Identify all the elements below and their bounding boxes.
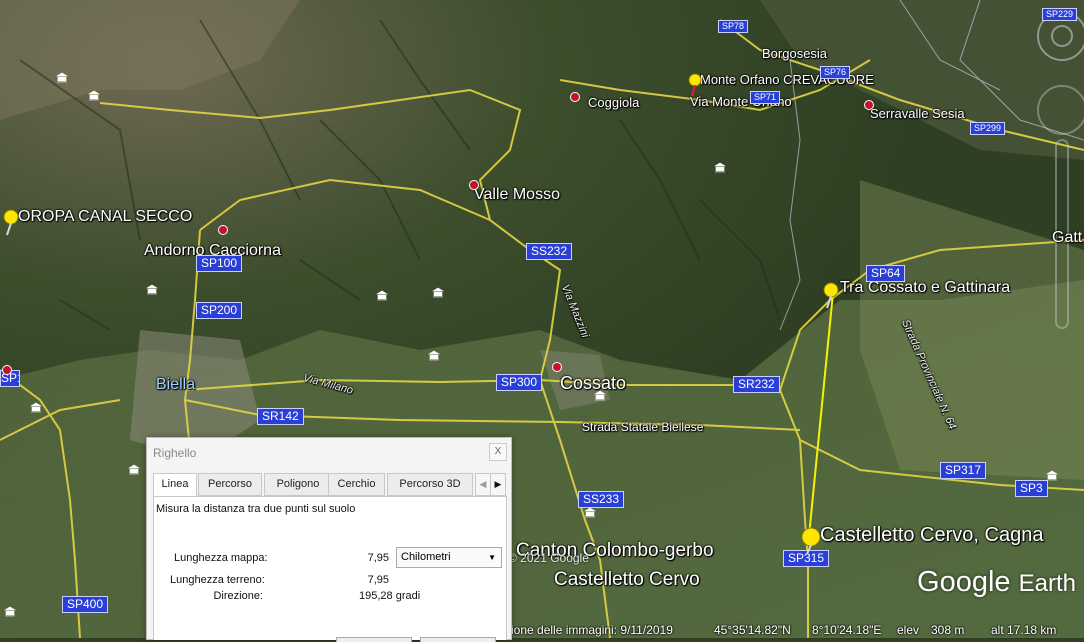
longitude: 8°10'24.18"E xyxy=(812,623,882,637)
road-shield: SP400 xyxy=(62,596,109,613)
museum-icon[interactable] xyxy=(432,287,444,298)
map-length-label: Lunghezza mappa: xyxy=(174,552,268,564)
ruler-tabs: Linea Percorso Poligono Cerchio Percorso… xyxy=(153,473,507,497)
museum-icon[interactable] xyxy=(1046,470,1058,481)
road-shield: SP300 xyxy=(496,374,543,391)
road-shield: SP76 xyxy=(820,66,851,79)
pushpin-icon[interactable] xyxy=(822,281,844,309)
road-shield: SS233 xyxy=(578,491,625,508)
ground-length-label: Lunghezza terreno: xyxy=(170,574,265,586)
placemark-label[interactable]: Castelletto Cervo, Cagna xyxy=(820,524,1043,547)
elevation-value: 308 m xyxy=(931,623,965,637)
museum-icon[interactable] xyxy=(714,162,726,173)
place-dot[interactable] xyxy=(864,100,874,110)
museum-icon[interactable] xyxy=(376,290,388,301)
eye-altitude: alt 17.18 km xyxy=(991,623,1057,637)
map-length-value: 7,95 xyxy=(367,552,389,564)
museum-icon[interactable] xyxy=(30,402,42,413)
pushpin-icon[interactable] xyxy=(800,526,822,554)
place-dot[interactable] xyxy=(469,180,479,190)
copyright-text: © 2021 Google xyxy=(508,551,589,565)
move-joystick-icon[interactable] xyxy=(1037,85,1084,135)
museum-icon[interactable] xyxy=(584,507,596,518)
road-shield: SP317 xyxy=(940,462,987,479)
place-label[interactable]: Borgosesia xyxy=(762,46,827,61)
place-label[interactable]: Valle Mosso xyxy=(474,186,560,204)
placemark-label[interactable]: OROPA CANAL SECCO xyxy=(18,208,192,226)
google-earth-logo: Google Earth xyxy=(917,566,1076,598)
museum-icon[interactable] xyxy=(56,72,68,83)
place-dot[interactable] xyxy=(552,362,562,372)
road-shield: SR232 xyxy=(733,376,780,393)
ruler-description: Misura la distanza tra due punti sul suo… xyxy=(156,503,356,515)
road-shield: SS232 xyxy=(526,243,573,260)
place-label[interactable]: Serravalle Sesia xyxy=(870,106,965,121)
place-dot[interactable] xyxy=(570,92,580,102)
road-shield: SP299 xyxy=(970,122,1006,135)
ruler-dialog[interactable]: Righello X Linea Percorso Poligono Cerch… xyxy=(146,437,512,642)
chevron-down-icon: ▼ xyxy=(488,553,496,562)
tab-scroll-left-icon[interactable]: ◀ xyxy=(475,473,491,496)
pushpin-icon[interactable] xyxy=(2,208,24,236)
road-shield: SP229 xyxy=(1042,8,1078,21)
museum-icon[interactable] xyxy=(594,390,606,401)
direction-value: 195,28 gradi xyxy=(359,590,421,602)
tab-cerchio[interactable]: Cerchio xyxy=(328,473,385,496)
close-button[interactable]: X xyxy=(489,443,507,461)
navigation-controls[interactable] xyxy=(1020,0,1084,330)
tab-poligono[interactable]: Poligono xyxy=(264,473,332,496)
road-shield: SP71 xyxy=(750,91,781,104)
ruler-panel: Misura la distanza tra due punti sul suo… xyxy=(153,496,507,642)
city-label[interactable]: Biella xyxy=(156,376,195,394)
place-dot[interactable] xyxy=(218,225,228,235)
dialog-title: Righello xyxy=(153,446,197,460)
road-label: Strada Statale Biellese xyxy=(582,420,704,434)
museum-icon[interactable] xyxy=(428,350,440,361)
road-shield: SP3 xyxy=(1015,480,1048,497)
road-shield: SP64 xyxy=(866,265,906,282)
place-dot[interactable] xyxy=(2,365,12,375)
road-shield: SP200 xyxy=(196,302,243,319)
tab-linea[interactable]: Linea xyxy=(153,473,197,497)
place-label[interactable]: Coggiola xyxy=(588,95,639,110)
museum-icon[interactable] xyxy=(4,606,16,617)
ground-length-value: 7,95 xyxy=(367,574,389,586)
latitude: 45°35'14.82"N xyxy=(714,623,791,637)
place-label[interactable]: Gatt xyxy=(1052,229,1082,247)
tab-percorso[interactable]: Percorso xyxy=(198,473,262,496)
museum-icon[interactable] xyxy=(128,464,140,475)
road-shield: SP100 xyxy=(196,255,243,272)
place-label[interactable]: Castelletto Cervo xyxy=(554,569,700,591)
tab-percorso-3d[interactable]: Percorso 3D xyxy=(387,473,473,496)
imagery-date: zione delle immagini: 9/11/2019 xyxy=(505,623,673,637)
pushpin-icon[interactable] xyxy=(686,72,708,100)
direction-label: Direzione: xyxy=(213,590,263,602)
road-shield: SP78 xyxy=(718,20,749,33)
museum-icon[interactable] xyxy=(146,284,158,295)
tab-scroll-right-icon[interactable]: ▶ xyxy=(490,473,506,496)
unit-select[interactable]: Chilometri ▼ xyxy=(396,547,502,568)
museum-icon[interactable] xyxy=(88,90,100,101)
status-bar: zione delle immagini: 9/11/2019 45°35'14… xyxy=(505,620,1084,638)
road-shield: SR142 xyxy=(257,408,304,425)
elevation-label: elev xyxy=(897,623,920,637)
